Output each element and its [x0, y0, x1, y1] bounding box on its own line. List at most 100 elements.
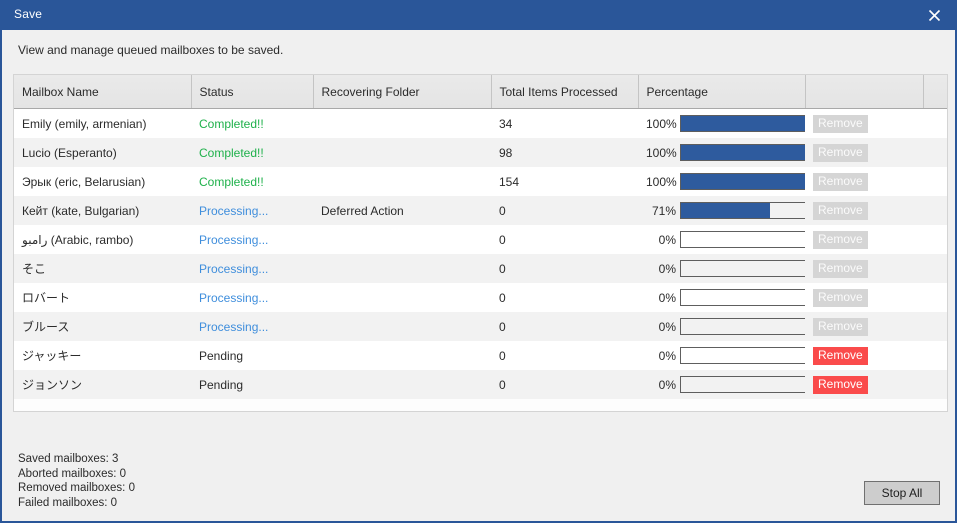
status-badge: Processing... [199, 203, 269, 218]
percentage-group: 0% [646, 318, 805, 335]
cell-spacer [923, 138, 947, 167]
table-row[interactable]: ジャッキー Pending 0 0% Remove [14, 341, 947, 370]
cell-mailbox-name: ロバート [14, 283, 191, 312]
status-badge: Processing... [199, 290, 269, 305]
cell-spacer [923, 341, 947, 370]
cell-remove: Remove [805, 167, 923, 196]
cell-mailbox-name: رامبو (Arabic, rambo) [14, 225, 191, 254]
cell-total-items-processed: 98 [491, 138, 638, 167]
cell-mailbox-name: Эрык (eric, Belarusian) [14, 167, 191, 196]
remove-button: Remove [813, 114, 868, 133]
percentage-label: 0% [658, 319, 676, 334]
cell-remove: Remove [805, 196, 923, 225]
remove-button: Remove [813, 172, 868, 191]
stop-all-button[interactable]: Stop All [864, 481, 940, 505]
column-header-total-items-processed[interactable]: Total Items Processed [491, 75, 639, 109]
cell-remove: Remove [805, 108, 923, 138]
progress-bar-fill [681, 116, 805, 131]
cell-remove: Remove [805, 138, 923, 167]
cell-recovering-folder [313, 312, 491, 341]
percentage-label: 0% [658, 377, 676, 392]
cell-recovering-folder [313, 108, 491, 138]
dialog-description: View and manage queued mailboxes to be s… [18, 43, 284, 57]
percentage-label: 100% [646, 116, 677, 131]
remove-button: Remove [813, 201, 868, 220]
percentage-group: 100% [646, 144, 805, 161]
summary-removed: Removed mailboxes: 0 [18, 482, 135, 494]
table-body: Emily (emily, armenian) Completed!! 34 100%… [14, 108, 947, 399]
cell-spacer [923, 108, 947, 138]
percentage-group: 0% [646, 231, 805, 248]
cell-mailbox-name: ブルース [14, 312, 191, 341]
percentage-group: 0% [646, 260, 805, 277]
column-header-percentage[interactable]: Percentage [638, 75, 806, 109]
percentage-label: 100% [646, 174, 677, 189]
cell-remove: Remove [805, 341, 923, 370]
progress-bar [680, 173, 805, 190]
percentage-label: 71% [651, 203, 676, 218]
progress-bar [680, 260, 805, 277]
progress-bar [680, 115, 805, 132]
status-badge: Processing... [199, 261, 269, 276]
status-badge: Processing... [199, 232, 269, 247]
cell-status: Processing... [191, 254, 313, 283]
progress-bar [680, 376, 805, 393]
close-icon[interactable] [912, 0, 955, 30]
percentage-label: 0% [658, 232, 676, 247]
summary-saved: Saved mailboxes: 3 [18, 453, 119, 465]
table-row[interactable]: ブルース Processing... 0 0% Remove [14, 312, 947, 341]
column-header-recovering-folder[interactable]: Recovering Folder [313, 75, 492, 109]
table-row[interactable]: Lucio (Esperanto) Completed!! 98 100% Remove [14, 138, 947, 167]
cell-status: Processing... [191, 225, 313, 254]
progress-bar [680, 289, 805, 306]
table-header-row: Mailbox Name Status Recovering Folder To… [14, 75, 947, 109]
status-badge: Pending [199, 348, 244, 363]
cell-total-items-processed: 154 [491, 167, 638, 196]
progress-bar-fill [681, 174, 805, 189]
cell-remove: Remove [805, 370, 923, 399]
table-row[interactable]: رامبو (Arabic, rambo) Processing... 0 0% Rem… [14, 225, 947, 254]
table-row[interactable]: ロバート Processing... 0 0% Remove [14, 283, 947, 312]
table-row[interactable]: Кейт (kate, Bulgarian) Processing... Defer… [14, 196, 947, 225]
cell-recovering-folder: Deferred Action [313, 196, 491, 225]
cell-status: Completed!! [191, 138, 313, 167]
table-row[interactable]: そこ Processing... 0 0% Remove [14, 254, 947, 283]
percentage-group: 0% [646, 289, 805, 306]
status-badge: Completed!! [199, 174, 264, 189]
cell-total-items-processed: 0 [491, 196, 638, 225]
status-badge: Pending [199, 377, 244, 392]
table-row[interactable]: ジョンソン Pending 0 0% Remove [14, 370, 947, 399]
cell-percentage: 71% [638, 196, 805, 225]
cell-total-items-processed: 34 [491, 108, 638, 138]
summary-failed: Failed mailboxes: 0 [18, 496, 118, 509]
column-header-mailbox-name[interactable]: Mailbox Name [14, 75, 192, 109]
cell-percentage: 0% [638, 254, 805, 283]
remove-button: Remove [813, 143, 868, 162]
cell-mailbox-name: Emily (emily, armenian) [14, 108, 191, 138]
cell-mailbox-name: ジョンソン [14, 370, 191, 399]
status-badge: Completed!! [199, 145, 264, 160]
status-badge: Processing... [199, 319, 269, 334]
cell-recovering-folder [313, 138, 491, 167]
table-row[interactable]: Эрык (eric, Belarusian) Completed!! 154 100… [14, 167, 947, 196]
cell-percentage: 0% [638, 283, 805, 312]
cell-percentage: 0% [638, 312, 805, 341]
cell-spacer [923, 312, 947, 341]
cell-remove: Remove [805, 254, 923, 283]
table-row[interactable]: Emily (emily, armenian) Completed!! 34 100%… [14, 108, 947, 138]
column-header-remove[interactable] [805, 75, 924, 109]
cell-recovering-folder [313, 225, 491, 254]
remove-button[interactable]: Remove [813, 375, 868, 394]
summary-block: Saved mailboxes: 3 Aborted mailboxes: 0 … [18, 452, 135, 510]
cell-status: Processing... [191, 196, 313, 225]
cell-spacer [923, 167, 947, 196]
progress-bar [680, 144, 805, 161]
cell-mailbox-name: Кейт (kate, Bulgarian) [14, 196, 191, 225]
table-header: Mailbox Name Status Recovering Folder To… [14, 75, 947, 109]
cell-status: Processing... [191, 312, 313, 341]
summary-aborted: Aborted mailboxes: 0 [18, 467, 127, 480]
remove-button: Remove [813, 288, 868, 307]
progress-bar [680, 347, 805, 364]
column-header-status[interactable]: Status [191, 75, 314, 109]
remove-button[interactable]: Remove [813, 346, 868, 365]
